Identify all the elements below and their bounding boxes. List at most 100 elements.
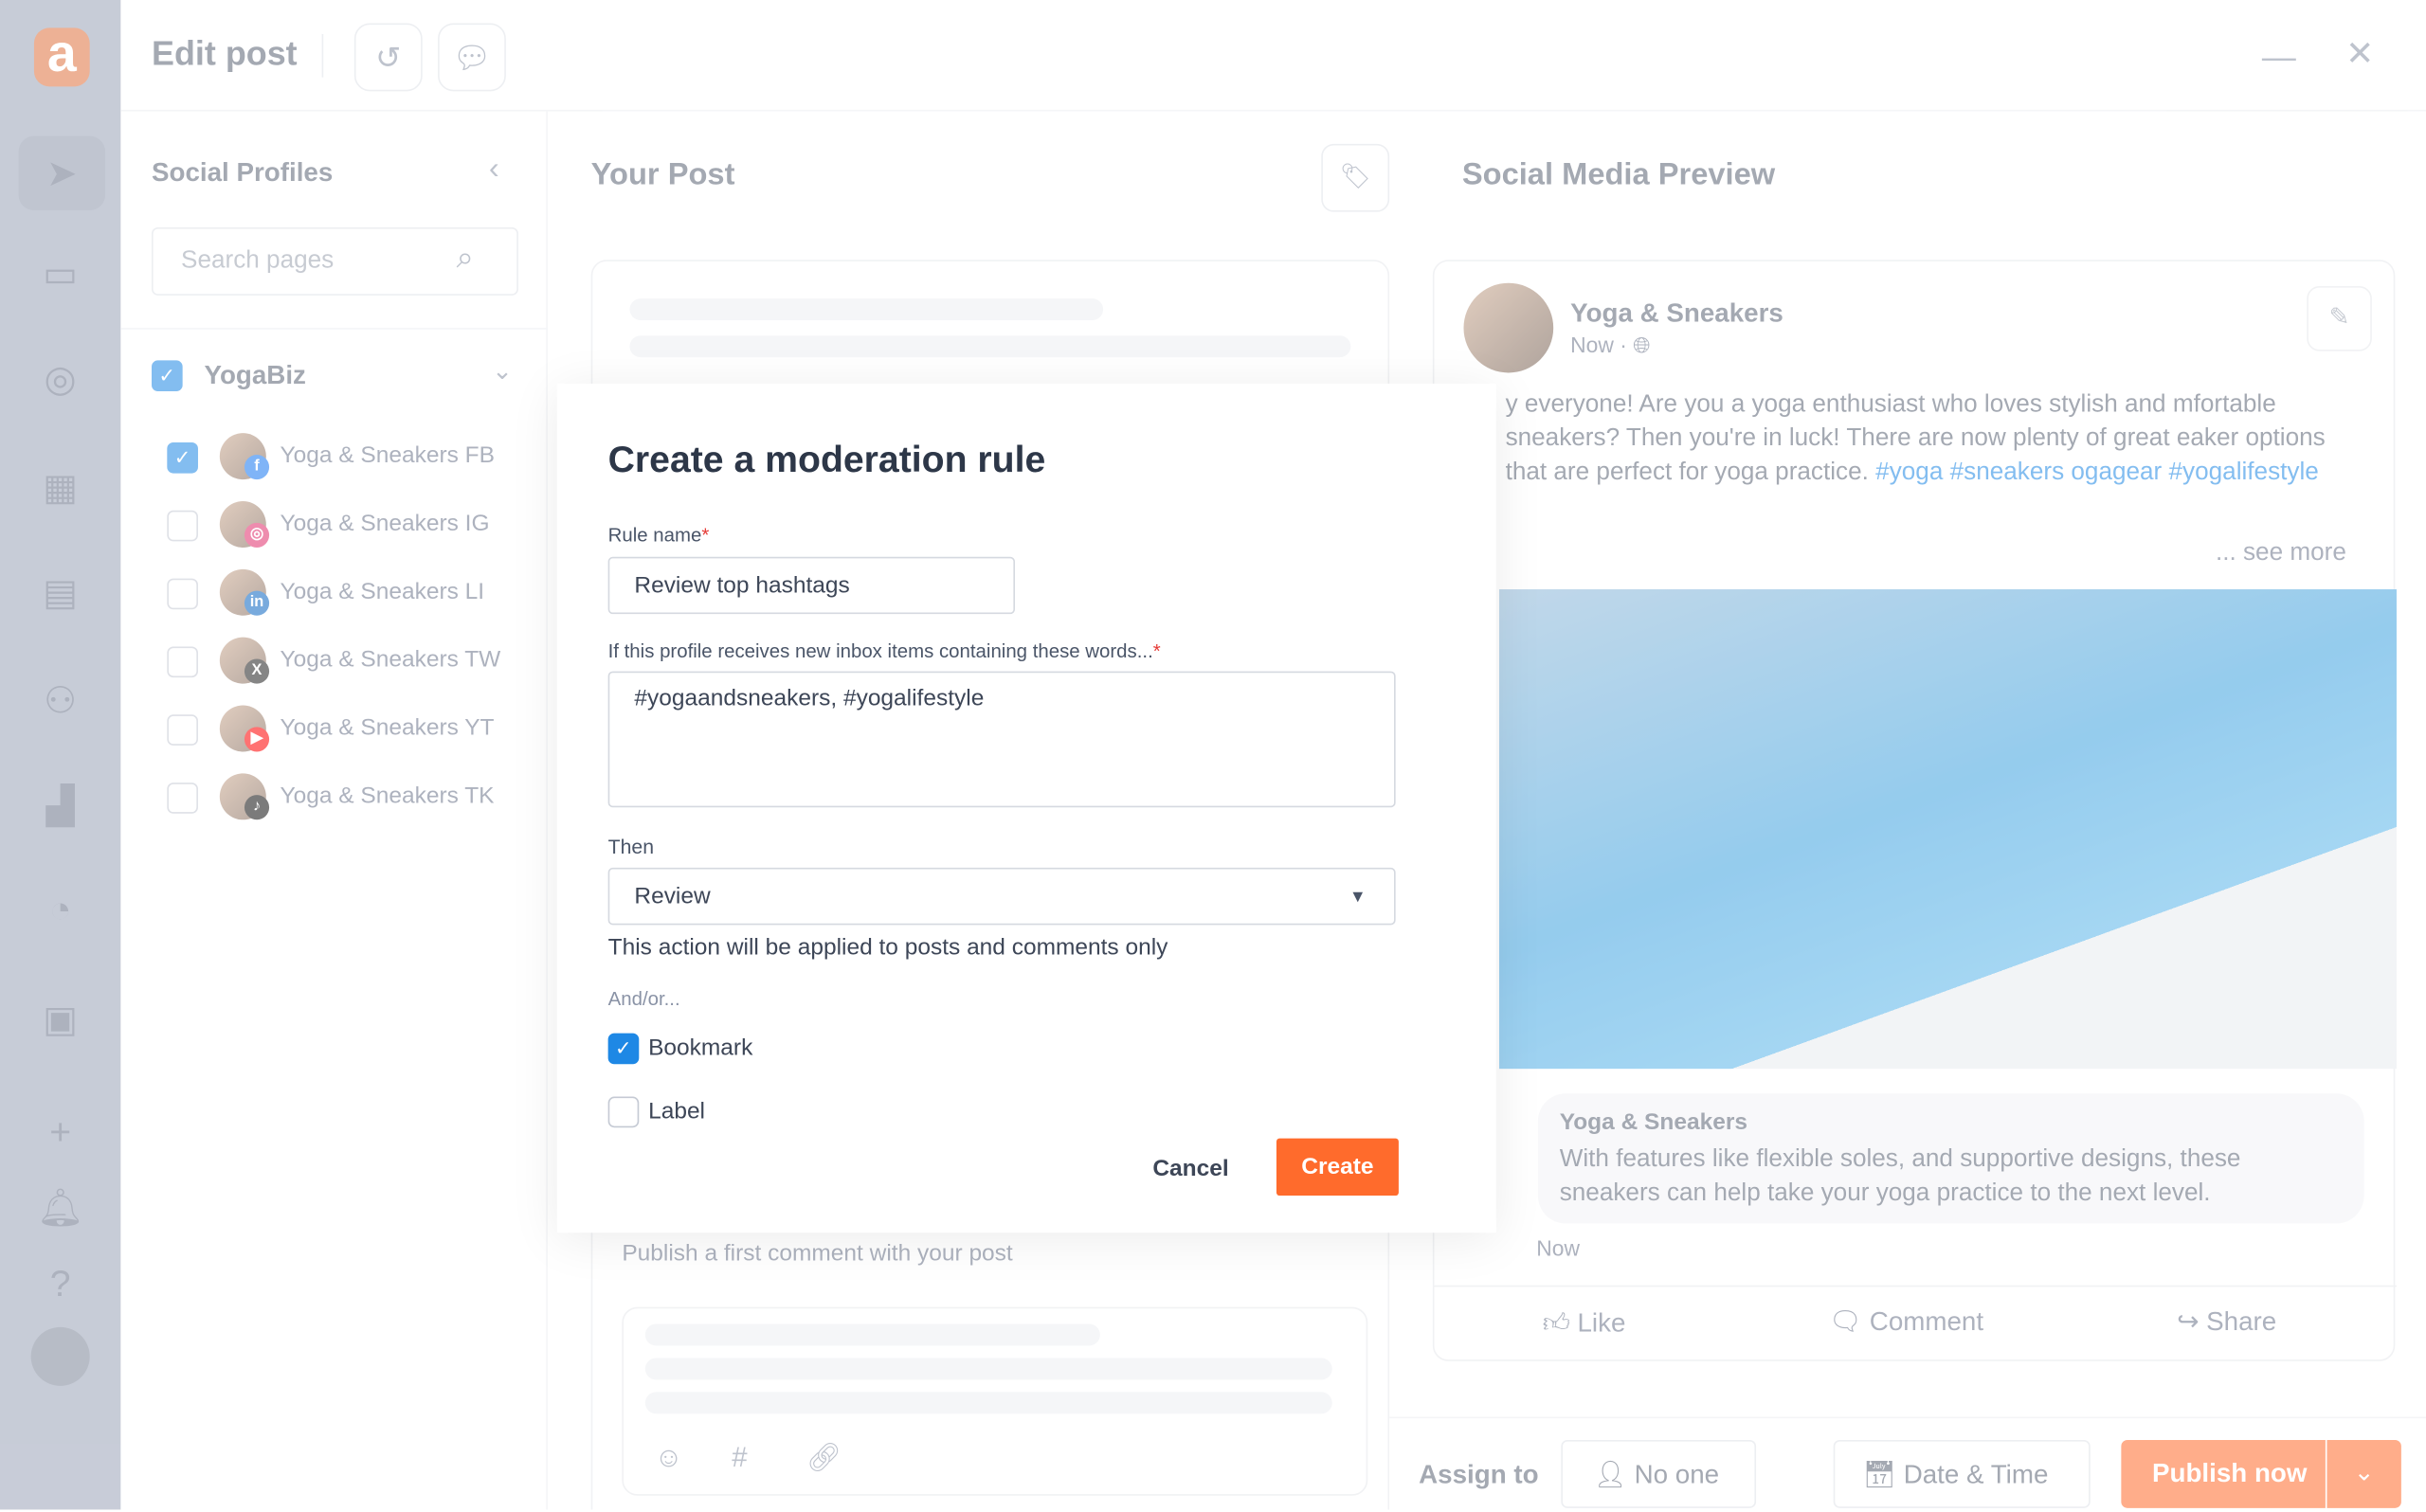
share-label: Share (2206, 1306, 2277, 1337)
group-name: YogaBiz (204, 360, 306, 390)
bookmark-label: Bookmark (648, 1035, 753, 1061)
linkedin-icon: in (244, 590, 270, 616)
publish-icon[interactable]: ➤ (18, 135, 106, 211)
add-icon[interactable]: + (31, 1105, 90, 1163)
group-checkbox[interactable]: ✓ (151, 360, 183, 392)
comment-time: Now (1536, 1235, 1580, 1261)
panel-title: Social Profiles (151, 157, 334, 188)
profile-name: Yoga & Sneakers TW (280, 646, 501, 674)
see-more-link[interactable]: ... see more (2216, 540, 2346, 567)
moderation-rule-dialog: Create a moderation rule Rule name* Revi… (556, 383, 1496, 1233)
profile-name: Yoga & Sneakers TK (280, 783, 495, 809)
time-text: Now · (1570, 333, 1627, 358)
profile-item-facebook[interactable]: ✓ f Yoga & Sneakers FB (120, 423, 548, 492)
main-nav: a ➤ ▭ ◎ ▦ ▤ ⚇ ▟ ◔ ▣ + 🔔︎ ? (0, 0, 121, 1510)
media-icon[interactable]: ▣ (31, 990, 90, 1049)
social-profiles-panel: Social Profiles ‹ Search pages ⌕ ✓ YogaB… (120, 111, 548, 1510)
comment-text: With features like flexible soles, and s… (1559, 1145, 2241, 1207)
history-button[interactable]: ↺ (353, 23, 423, 92)
label-text: Rule name (607, 524, 702, 547)
analytics-icon[interactable]: ▟ (31, 777, 90, 836)
help-icon[interactable]: ? (31, 1256, 90, 1315)
profile-item-tiktok[interactable]: ♪ Yoga & Sneakers TK (120, 765, 548, 833)
hashtags[interactable]: #yoga #sneakers ogagear #yogalifestyle (1875, 459, 2319, 486)
rule-name-input[interactable]: Review top hashtags (607, 556, 1016, 615)
close-button[interactable]: ✕ (2345, 34, 2374, 74)
tag-button[interactable]: 🏷︎ (1321, 143, 1390, 212)
minimize-button[interactable]: — (2262, 37, 2296, 77)
label-text: If this profile receives new inbox items… (607, 639, 1153, 662)
dialog-title: Create a moderation rule (607, 439, 1046, 481)
page-title: Edit post (151, 33, 298, 73)
team-icon[interactable]: ⚇ (31, 672, 90, 730)
profile-checkbox[interactable] (167, 578, 198, 610)
globe-icon: 🌐︎ (1633, 333, 1651, 358)
profile-name: Yoga & Sneakers FB (280, 441, 495, 469)
x-icon: X (244, 658, 270, 684)
publish-now-button[interactable]: Publish now (2121, 1439, 2326, 1508)
date-time-button[interactable]: 📅︎ Date & Time (1833, 1439, 2091, 1508)
date-time-label: Date & Time (1903, 1460, 2049, 1490)
planner-icon[interactable]: ▤ (31, 563, 90, 621)
chevron-down-icon[interactable]: ⌄ (492, 356, 513, 387)
user-icon: 👤︎ (1593, 1460, 1627, 1490)
profile-checkbox[interactable] (167, 510, 198, 542)
bell-icon[interactable]: 🔔︎ (31, 1179, 90, 1237)
preview-card: Yoga & Sneakers Now · 🌐︎ ✎ y everyone! A… (1432, 260, 2397, 1361)
like-button[interactable]: 👍︎ Like (1543, 1307, 1626, 1340)
then-value: Review (634, 883, 711, 909)
link-icon[interactable]: 🔗︎ (806, 1442, 842, 1474)
comment-button[interactable]: 🗨︎ Comment (1829, 1307, 1983, 1339)
calendar-icon: 📅︎ (1862, 1460, 1896, 1490)
post-text: y everyone! Are you a yoga enthusiast wh… (1506, 388, 2372, 491)
avatar[interactable] (30, 1326, 90, 1386)
edit-preview-button[interactable]: ✎ (2307, 286, 2372, 351)
profile-name: Yoga & Sneakers LI (280, 578, 485, 605)
profile-item-linkedin[interactable]: in Yoga & Sneakers LI (120, 560, 548, 628)
profile-checkbox[interactable]: ✓ (167, 441, 198, 474)
instagram-icon: ◎ (244, 522, 270, 548)
chat-button[interactable]: 💬︎ (438, 23, 506, 92)
publish-options-chevron[interactable]: ⌄ (2326, 1439, 2401, 1508)
profile-item-youtube[interactable]: ▶ Yoga & Sneakers YT (120, 696, 548, 765)
required-mark: * (701, 524, 710, 547)
globe-search-icon[interactable]: ◎ (31, 350, 90, 408)
comment-icon: 🗨︎ (1828, 1306, 1863, 1337)
profile-checkbox[interactable] (167, 783, 198, 814)
share-button[interactable]: ↪ Share (2177, 1307, 2276, 1339)
search-input[interactable]: Search pages ⌕ (151, 226, 518, 296)
then-select[interactable]: Review ▼ (607, 867, 1396, 926)
app-logo: a (33, 27, 90, 87)
profile-item-x[interactable]: X Yoga & Sneakers TW (120, 628, 548, 696)
required-mark: * (1152, 639, 1161, 662)
emoji-icon[interactable]: ☺ (655, 1442, 683, 1474)
then-label: Then (607, 835, 655, 859)
divider (1434, 1285, 2397, 1287)
assignee-select[interactable]: 👤︎ No one (1561, 1439, 1757, 1508)
search-placeholder: Search pages (181, 247, 335, 274)
search-icon: ⌕ (456, 241, 474, 276)
collapse-chevron-icon[interactable]: ‹ (489, 152, 499, 188)
profile-checkbox[interactable] (167, 646, 198, 678)
profile-item-instagram[interactable]: ◎ Yoga & Sneakers IG (120, 492, 548, 560)
page-avatar (1463, 282, 1554, 373)
first-comment-input[interactable]: ☺ # 🔗︎ (622, 1306, 1368, 1496)
inbox-icon[interactable]: ▭ (31, 244, 90, 303)
label-checkbox[interactable] (607, 1096, 640, 1128)
hashtag-icon[interactable]: # (732, 1442, 747, 1474)
profile-name: Yoga & Sneakers IG (280, 510, 490, 537)
label-option-label: Label (648, 1098, 706, 1125)
words-textarea[interactable]: #yogaandsneakers, #yogalifestyle (607, 671, 1396, 808)
post-image (1499, 589, 2397, 1070)
assign-label: Assign to (1419, 1460, 1539, 1490)
profile-checkbox[interactable] (167, 714, 198, 746)
dashboard-icon[interactable]: ◔ (31, 882, 90, 941)
cancel-button[interactable]: Cancel (1152, 1156, 1228, 1182)
thumbs-up-icon: 👍︎ (1542, 1308, 1570, 1339)
post-title: Your Post (590, 157, 735, 192)
assignee-value: No one (1634, 1460, 1720, 1490)
comment-bubble: Yoga & Sneakers With features like flexi… (1537, 1093, 2364, 1224)
calendar-icon[interactable]: ▦ (31, 458, 90, 516)
bookmark-checkbox[interactable]: ✓ (607, 1033, 640, 1065)
create-button[interactable]: Create (1276, 1138, 1399, 1197)
